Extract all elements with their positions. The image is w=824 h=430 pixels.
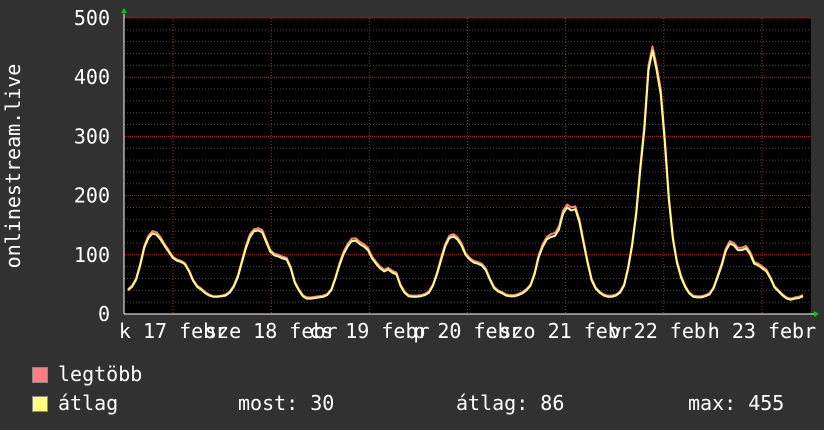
- y-tick-label: 100: [74, 243, 110, 267]
- y-tick-label: 500: [74, 6, 110, 30]
- legend-label-atlag: átlag: [58, 391, 119, 415]
- y-tick-label: 300: [74, 124, 110, 148]
- y-tick-label: 200: [74, 184, 110, 208]
- x-axis: k 17 febrsze 18 febrcs 19 febrp 20 febrs…: [119, 313, 816, 343]
- stat-atlag: átlag: 86: [456, 391, 565, 415]
- x-axis-arrow-icon: [814, 311, 819, 317]
- stat-most: most: 30: [238, 391, 335, 415]
- x-tick-label: h 23 febr: [708, 319, 816, 343]
- y-axis-arrow-icon: [121, 8, 127, 13]
- x-tick-label: cs 19 febr: [309, 319, 429, 343]
- legend-swatch-legtobb: [32, 367, 48, 383]
- y-tick-label: 400: [74, 65, 110, 89]
- x-tick-label: v 22 febr: [610, 319, 718, 343]
- y-tick-label: 0: [98, 302, 110, 326]
- legend-swatch-atlag: [32, 396, 48, 412]
- y-axis: 0 100 200 300 400 500: [74, 6, 125, 326]
- stat-max: max: 455: [688, 391, 785, 415]
- y-axis-label: onlinestream.live: [1, 64, 25, 269]
- legend-label-legtobb: legtöbb: [58, 362, 143, 386]
